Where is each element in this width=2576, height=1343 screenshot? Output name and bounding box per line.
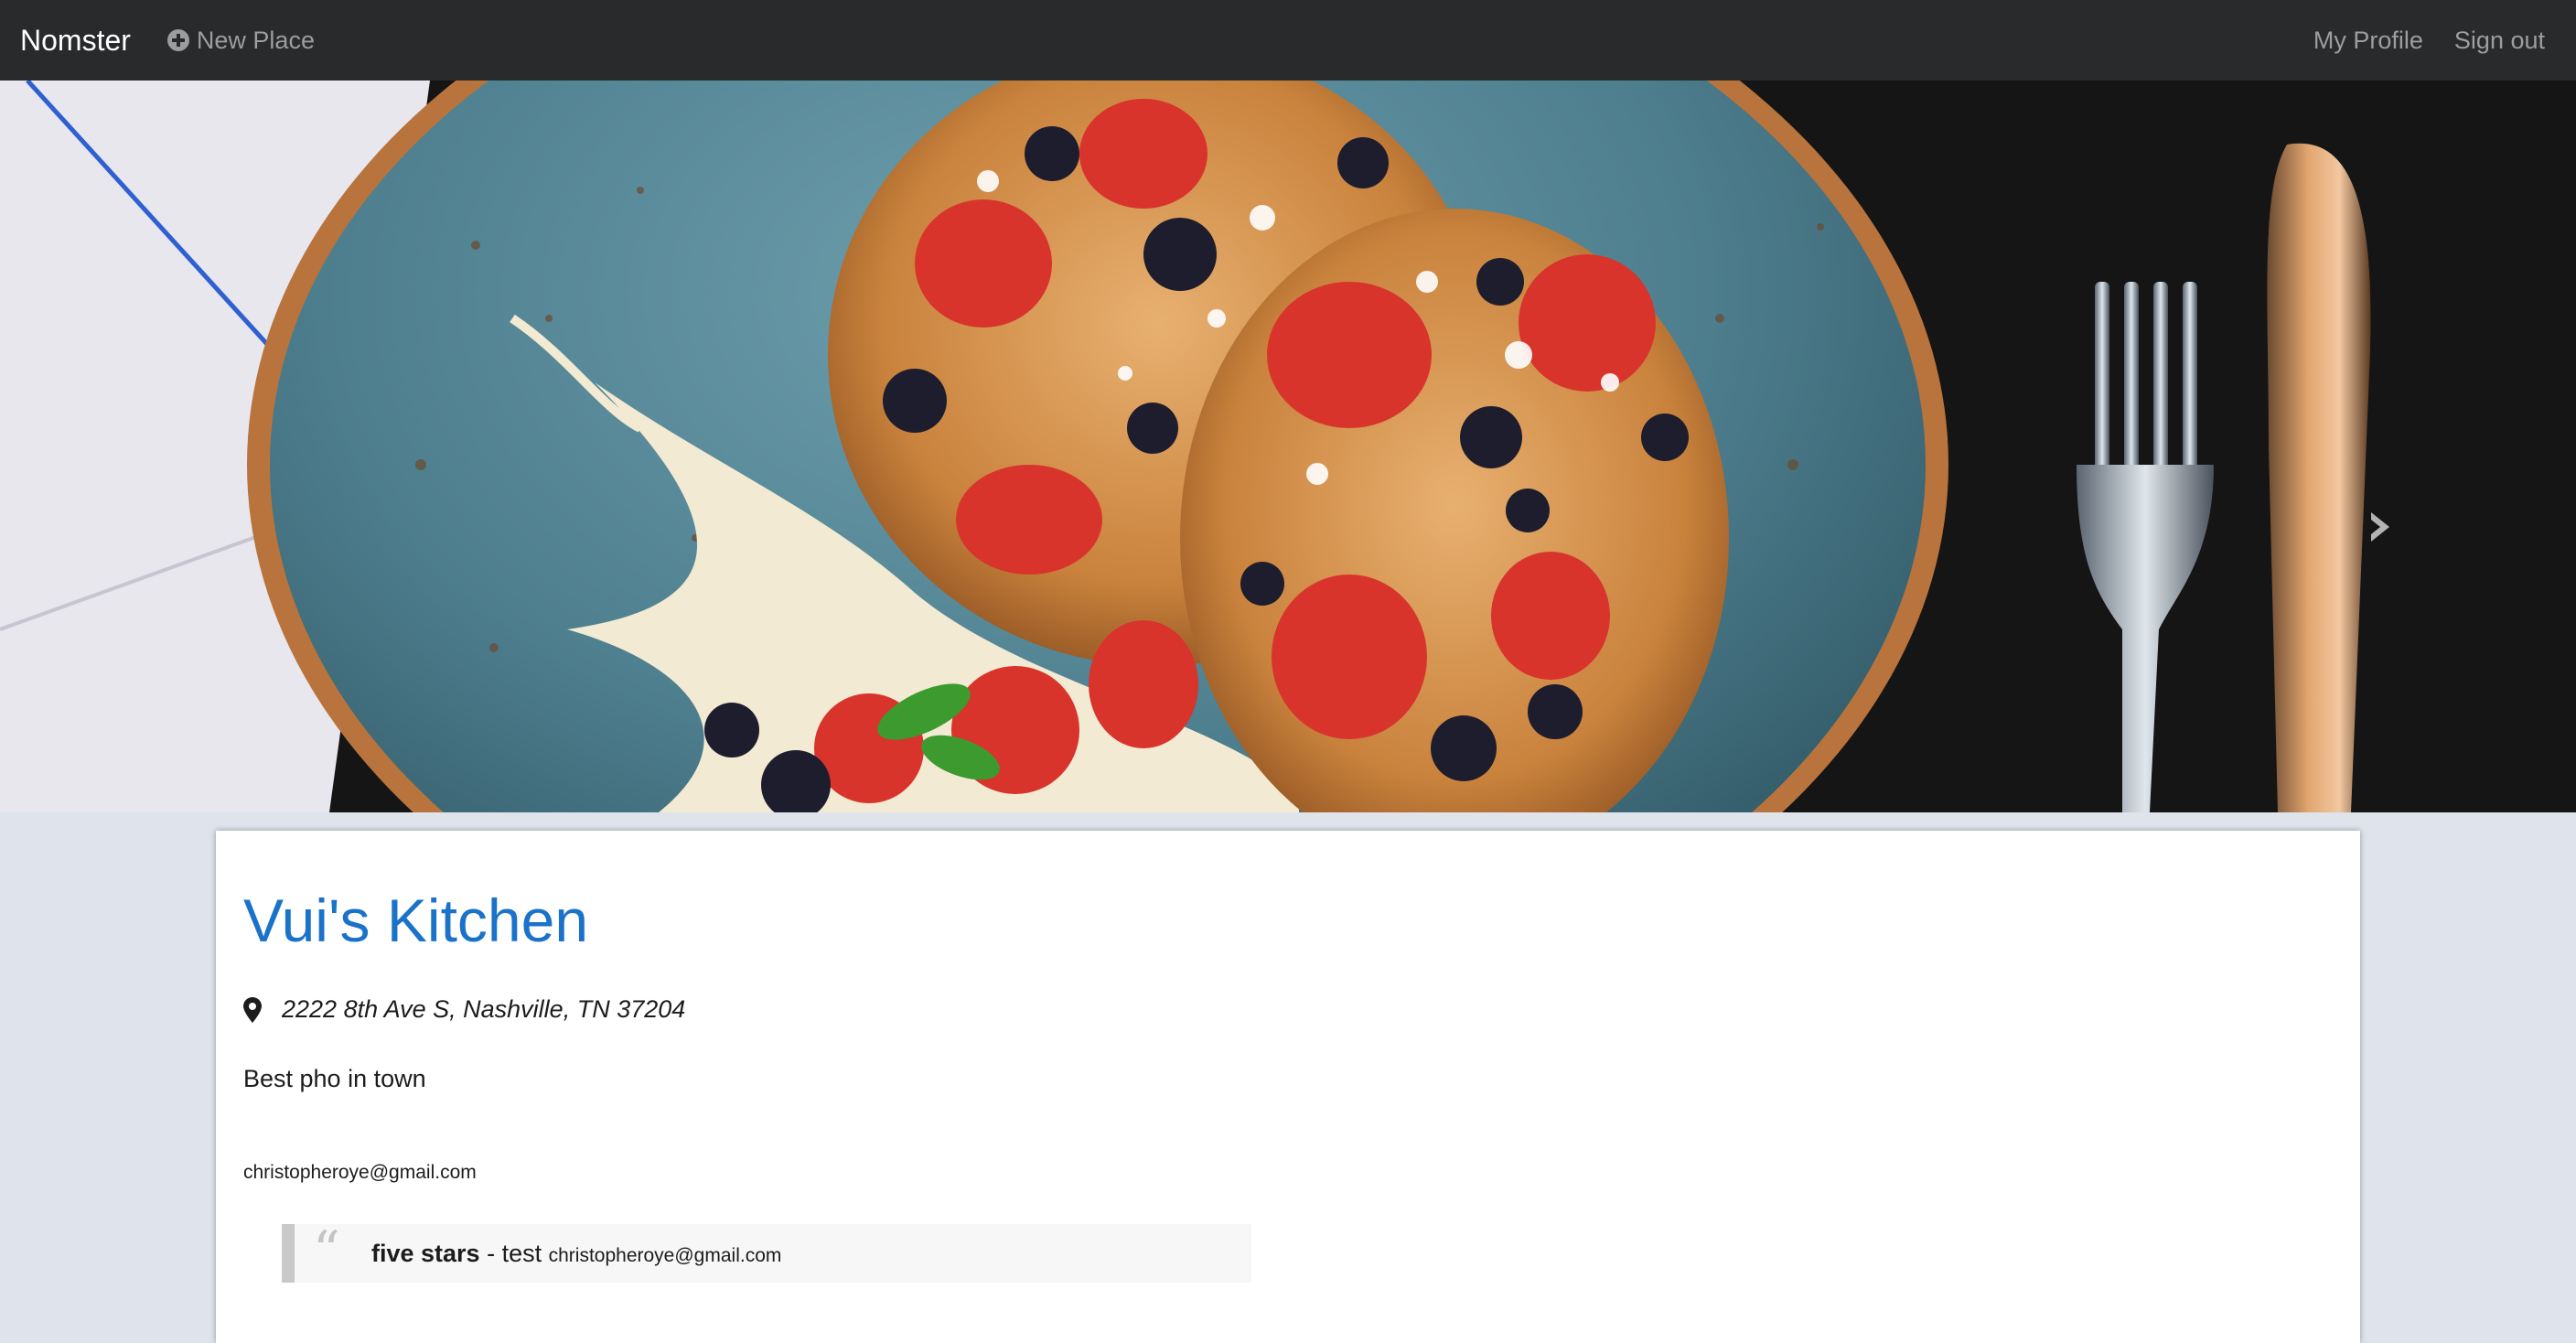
quote-icon: “ (313, 1219, 340, 1282)
top-navbar: Nomster New Place My Profile Sign out (0, 0, 2576, 81)
comment-rating: five stars (371, 1239, 480, 1267)
comment-separator: - (479, 1239, 502, 1267)
nav-right-group: My Profile Sign out (2313, 27, 2545, 55)
hero-photo (0, 81, 2576, 812)
map-marker-icon (243, 996, 262, 1023)
new-place-link[interactable]: New Place (166, 26, 315, 55)
hero-carousel (0, 81, 2576, 812)
my-profile-link[interactable]: My Profile (2313, 27, 2423, 55)
chevron-right-icon[interactable] (2364, 509, 2397, 545)
brand-link[interactable]: Nomster (20, 24, 131, 58)
comment-message: test (501, 1239, 542, 1267)
comment-user-email: christopheroye@gmail.com (548, 1244, 782, 1266)
place-address: 2222 8th Ave S, Nashville, TN 37204 (282, 995, 686, 1023)
plus-circle-icon (166, 29, 189, 51)
address-row: 2222 8th Ave S, Nashville, TN 37204 (243, 995, 685, 1024)
new-place-label: New Place (196, 26, 315, 54)
place-description: Best pho in town (243, 1065, 426, 1092)
place-title: Vui's Kitchen (243, 886, 589, 954)
comment-blockquote: “ five stars - test christopheroye@gmail… (282, 1224, 1251, 1283)
sign-out-link[interactable]: Sign out (2454, 27, 2545, 55)
place-card: Vui's Kitchen 2222 8th Ave S, Nashville,… (216, 831, 2360, 1343)
place-owner-email: christopheroye@gmail.com (243, 1162, 477, 1183)
comment-body: five stars - test christopheroye@gmail.c… (371, 1240, 781, 1268)
